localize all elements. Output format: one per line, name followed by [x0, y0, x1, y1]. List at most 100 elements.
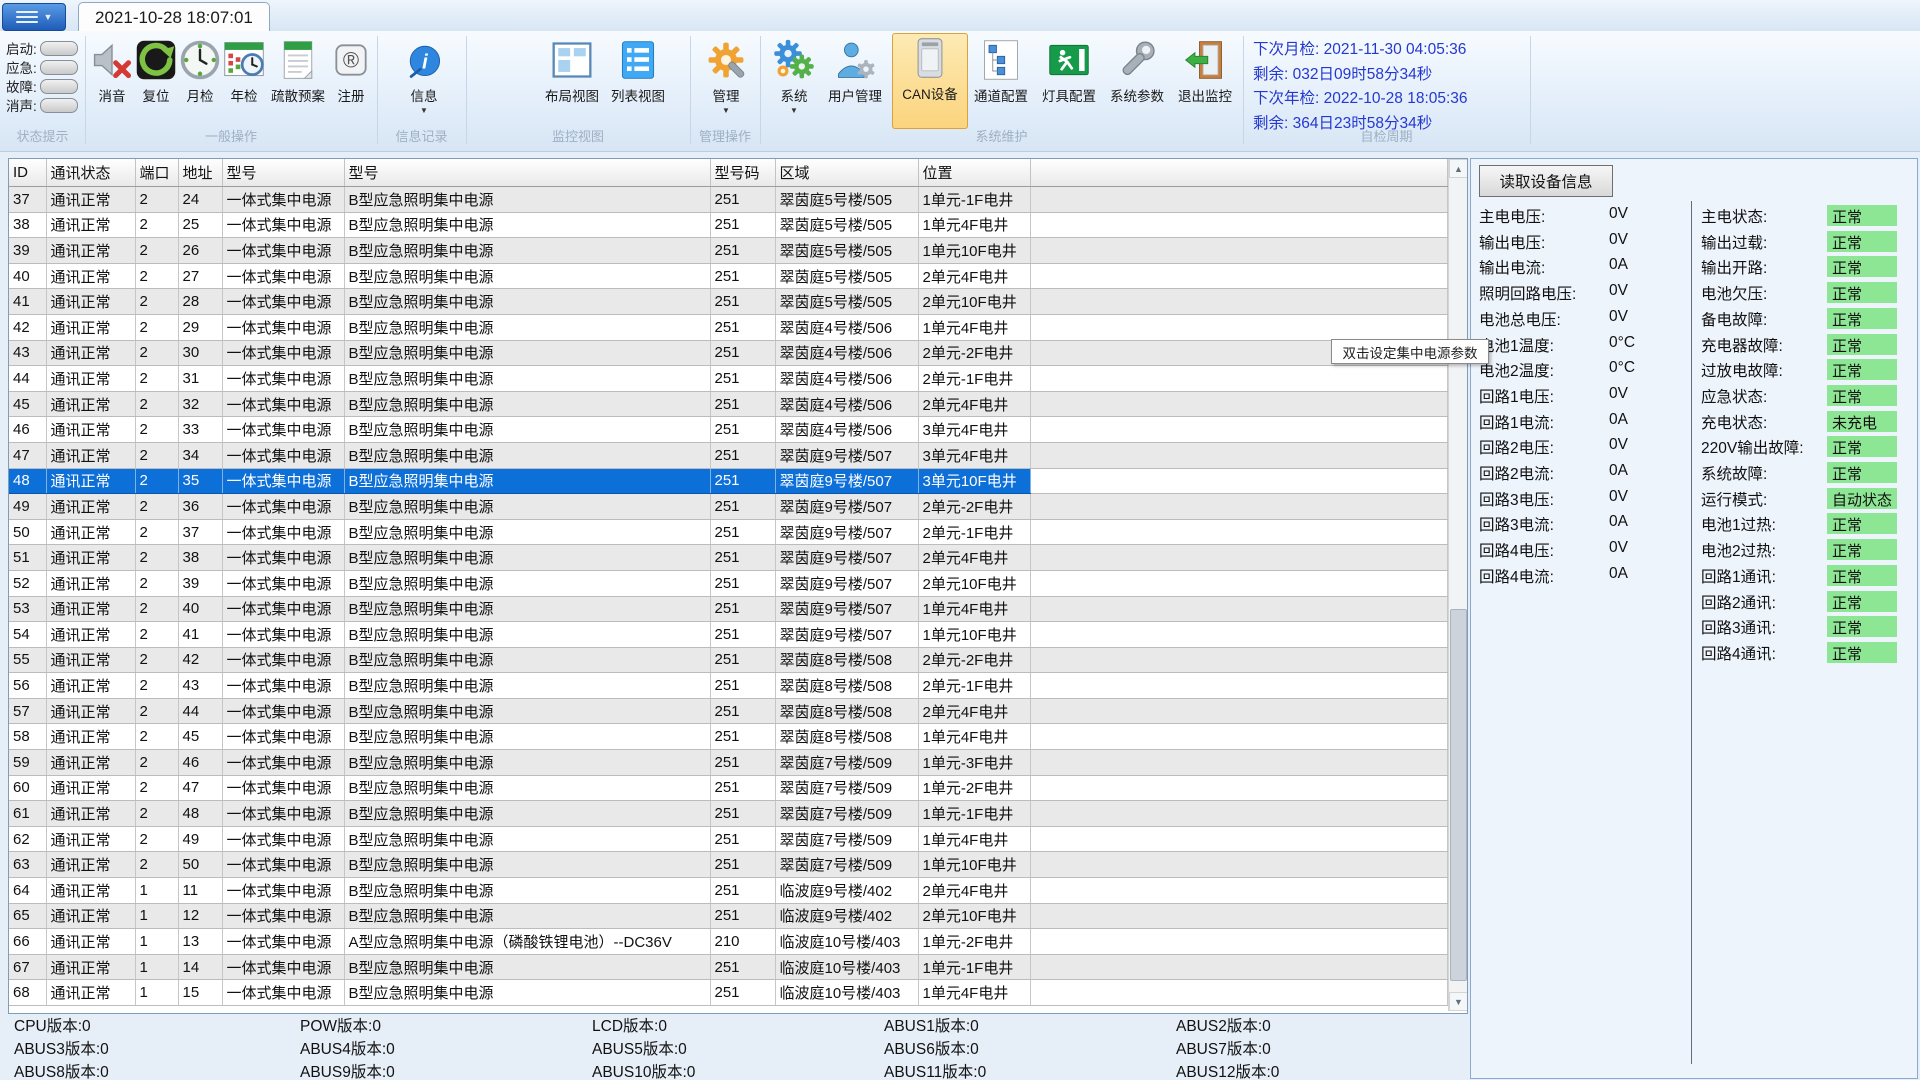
table-row[interactable]: 51通讯正常238一体式集中电源B型应急照明集中电源251翠茵庭9号楼/5072…	[9, 545, 1447, 571]
measurement-value: 0V	[1609, 436, 1628, 454]
table-cell: 一体式集中电源	[222, 647, 344, 673]
table-row[interactable]: 54通讯正常241一体式集中电源B型应急照明集中电源251翠茵庭9号楼/5071…	[9, 622, 1447, 648]
table-row[interactable]: 56通讯正常243一体式集中电源B型应急照明集中电源251翠茵庭8号楼/5082…	[9, 673, 1447, 699]
table-cell: 2	[135, 417, 178, 443]
table-cell: 25	[178, 212, 222, 238]
table-row[interactable]: 58通讯正常245一体式集中电源B型应急照明集中电源251翠茵庭8号楼/5081…	[9, 724, 1447, 750]
table-cell: 35	[178, 468, 222, 494]
table-row[interactable]: 66通讯正常113一体式集中电源A型应急照明集中电源（磷酸铁锂电池）--DC36…	[9, 929, 1447, 955]
table-row[interactable]: 45通讯正常232一体式集中电源B型应急照明集中电源251翠茵庭4号楼/5062…	[9, 391, 1447, 417]
column-header[interactable]: 地址	[178, 159, 222, 187]
calendar-clock-icon	[222, 38, 266, 82]
table-row[interactable]: 52通讯正常239一体式集中电源B型应急照明集中电源251翠茵庭9号楼/5072…	[9, 570, 1447, 596]
table-row[interactable]: 61通讯正常248一体式集中电源B型应急照明集中电源251翠茵庭7号楼/5091…	[9, 801, 1447, 827]
table-row[interactable]: 46通讯正常233一体式集中电源B型应急照明集中电源251翠茵庭4号楼/5063…	[9, 417, 1447, 443]
system-button[interactable]: 系统 ▼	[770, 36, 818, 124]
scroll-down-button[interactable]: ▼	[1449, 992, 1468, 1011]
table-row[interactable]: 50通讯正常237一体式集中电源B型应急照明集中电源251翠茵庭9号楼/5072…	[9, 519, 1447, 545]
system-params-button[interactable]: 系统参数	[1104, 36, 1170, 124]
table-cell: 251	[710, 238, 775, 264]
register-button[interactable]: ® 注册	[330, 36, 372, 124]
table-row[interactable]: 39通讯正常226一体式集中电源B型应急照明集中电源251翠茵庭5号楼/5051…	[9, 238, 1447, 264]
version-text: ABUS3版本:0	[14, 1037, 109, 1059]
user-manage-button[interactable]: 用户管理	[822, 36, 888, 124]
lamp-config-button[interactable]: 灯具配置	[1036, 36, 1102, 124]
version-text: ABUS8版本:0	[14, 1060, 109, 1080]
list-view-button[interactable]: 列表视图	[606, 36, 670, 124]
table-row[interactable]: 43通讯正常230一体式集中电源B型应急照明集中电源251翠茵庭4号楼/5062…	[9, 340, 1447, 366]
read-device-info-button[interactable]: 读取设备信息	[1479, 165, 1613, 197]
status-item-label: 220V输出故障:	[1701, 436, 1804, 458]
table-cell: 通讯正常	[46, 903, 135, 929]
scroll-up-button[interactable]: ▲	[1449, 159, 1468, 178]
table-row[interactable]: 41通讯正常228一体式集中电源B型应急照明集中电源251翠茵庭5号楼/5052…	[9, 289, 1447, 315]
mute-button[interactable]: 消音	[90, 36, 134, 124]
table-cell: 26	[178, 238, 222, 264]
table-row[interactable]: 65通讯正常112一体式集中电源B型应急照明集中电源251临波庭9号楼/4022…	[9, 903, 1447, 929]
table-cell: 翠茵庭5号楼/505	[775, 263, 918, 289]
table-row[interactable]: 53通讯正常240一体式集中电源B型应急照明集中电源251翠茵庭9号楼/5071…	[9, 596, 1447, 622]
table-cell: 通讯正常	[46, 494, 135, 520]
group-label: 管理操作	[690, 126, 760, 142]
table-row[interactable]: 60通讯正常247一体式集中电源B型应急照明集中电源251翠茵庭7号楼/5091…	[9, 775, 1447, 801]
table-row[interactable]: 42通讯正常229一体式集中电源B型应急照明集中电源251翠茵庭4号楼/5061…	[9, 314, 1447, 340]
scrollbar-thumb[interactable]	[1450, 609, 1467, 981]
table-cell: 通讯正常	[46, 673, 135, 699]
column-header[interactable]: 型号	[344, 159, 710, 187]
version-text: ABUS12版本:0	[1176, 1060, 1279, 1080]
column-header[interactable]: 端口	[135, 159, 178, 187]
table-cell: 48	[9, 468, 46, 494]
column-header[interactable]: 位置	[918, 159, 1030, 187]
list-view-icon	[616, 38, 660, 82]
table-cell: 251	[710, 314, 775, 340]
table-row[interactable]: 64通讯正常111一体式集中电源B型应急照明集中电源251临波庭9号楼/4022…	[9, 878, 1447, 904]
plan-document-icon	[276, 38, 320, 82]
table-row[interactable]: 59通讯正常246一体式集中电源B型应急照明集中电源251翠茵庭7号楼/5091…	[9, 750, 1447, 776]
table-row[interactable]: 37通讯正常224一体式集中电源B型应急照明集中电源251翠茵庭5号楼/5051…	[9, 187, 1447, 213]
info-button[interactable]: i 信息 ▼	[396, 36, 452, 124]
app-menu-button[interactable]: ▼	[2, 3, 66, 31]
table-cell: 翠茵庭8号楼/508	[775, 673, 918, 699]
layout-view-button[interactable]: 布局视图	[540, 36, 604, 124]
column-header[interactable]: 型号	[222, 159, 344, 187]
manage-button[interactable]: 管理 ▼	[700, 36, 752, 124]
table-row[interactable]: 48通讯正常235一体式集中电源B型应急照明集中电源251翠茵庭9号楼/5073…	[9, 468, 1447, 494]
table-row[interactable]: 47通讯正常234一体式集中电源B型应急照明集中电源251翠茵庭9号楼/5073…	[9, 442, 1447, 468]
exit-monitor-button[interactable]: 退出监控	[1172, 36, 1238, 124]
table-row[interactable]: 38通讯正常225一体式集中电源B型应急照明集中电源251翠茵庭5号楼/5051…	[9, 212, 1447, 238]
table-cell: 68	[9, 980, 46, 1006]
device-info-panel: 读取设备信息 主电电压:0V输出电压:0V输出电流:0A照明回路电压:0V电池总…	[1470, 158, 1918, 1079]
button-label: 月检	[187, 85, 214, 105]
column-header[interactable]: ID	[9, 159, 46, 187]
channel-config-button[interactable]: 通道配置	[968, 36, 1034, 124]
table-cell: 2	[135, 212, 178, 238]
status-item-label: 电池欠压:	[1701, 282, 1767, 304]
table-cell: B型应急照明集中电源	[344, 673, 710, 699]
table-cell: 58	[9, 724, 46, 750]
table-cell: B型应急照明集中电源	[344, 954, 710, 980]
table-row[interactable]: 68通讯正常115一体式集中电源B型应急照明集中电源251临波庭10号楼/403…	[9, 980, 1447, 1006]
monthly-check-button[interactable]: 月检	[178, 36, 222, 124]
column-header[interactable]: 型号码	[710, 159, 775, 187]
table-row[interactable]: 67通讯正常114一体式集中电源B型应急照明集中电源251临波庭10号楼/403…	[9, 954, 1447, 980]
column-header[interactable]: 通讯状态	[46, 159, 135, 187]
table-cell: 1单元-1F电井	[918, 187, 1030, 213]
status-badge: 正常	[1827, 231, 1897, 252]
table-row[interactable]: 40通讯正常227一体式集中电源B型应急照明集中电源251翠茵庭5号楼/5052…	[9, 263, 1447, 289]
table-row[interactable]: 49通讯正常236一体式集中电源B型应急照明集中电源251翠茵庭9号楼/5072…	[9, 494, 1447, 520]
table-cell: 60	[9, 775, 46, 801]
yearly-check-button[interactable]: 年检	[222, 36, 266, 124]
evacuation-plan-button[interactable]: 疏散预案	[266, 36, 330, 124]
window-tab[interactable]: 2021-10-28 18:07:01	[78, 2, 270, 32]
measurement-value: 0V	[1609, 282, 1628, 300]
reset-button[interactable]: 复位	[134, 36, 178, 124]
vertical-scrollbar[interactable]: ▲ ▼	[1448, 159, 1467, 1011]
table-row[interactable]: 63通讯正常250一体式集中电源B型应急照明集中电源251翠茵庭7号楼/5091…	[9, 852, 1447, 878]
table-row[interactable]: 57通讯正常244一体式集中电源B型应急照明集中电源251翠茵庭8号楼/5082…	[9, 698, 1447, 724]
table-cell-filler	[1030, 724, 1447, 750]
table-row[interactable]: 62通讯正常249一体式集中电源B型应急照明集中电源251翠茵庭7号楼/5091…	[9, 826, 1447, 852]
column-header[interactable]: 区域	[775, 159, 918, 187]
table-row[interactable]: 44通讯正常231一体式集中电源B型应急照明集中电源251翠茵庭4号楼/5062…	[9, 366, 1447, 392]
can-device-button[interactable]: CAN设备	[892, 33, 968, 129]
table-row[interactable]: 55通讯正常242一体式集中电源B型应急照明集中电源251翠茵庭8号楼/5082…	[9, 647, 1447, 673]
